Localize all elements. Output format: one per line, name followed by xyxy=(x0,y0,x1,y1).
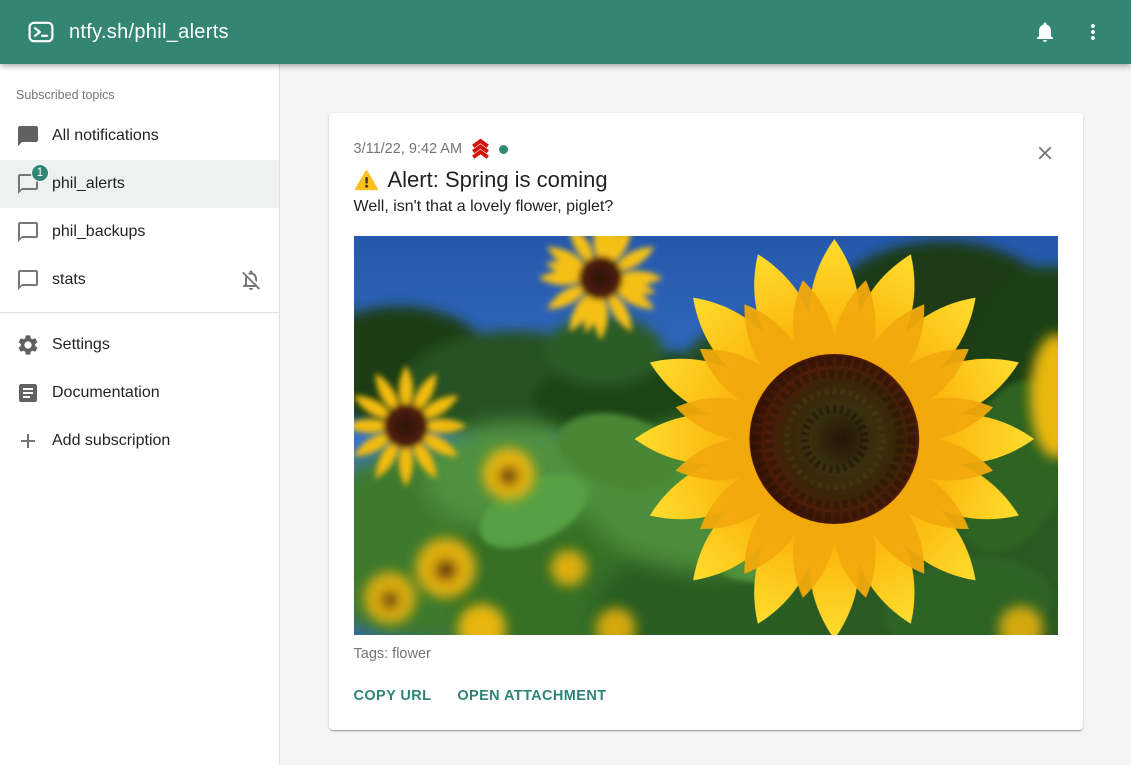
unread-count-badge: 1 xyxy=(31,164,49,182)
sidebar-item-label: All notifications xyxy=(52,127,159,145)
notification-title: Alert: Spring is coming xyxy=(388,167,608,193)
sidebar-item-phil-backups[interactable]: phil_backups xyxy=(0,208,279,256)
chat-bubble-outline-icon xyxy=(16,268,40,292)
priority-max-chevrons-icon xyxy=(469,139,492,159)
attachment-image[interactable] xyxy=(354,236,1058,635)
chat-bubble-outline-icon: 1 xyxy=(16,172,40,196)
sidebar-item-label: phil_alerts xyxy=(52,175,125,193)
page-title: ntfy.sh/phil_alerts xyxy=(69,21,229,44)
subscribed-topics-label: Subscribed topics xyxy=(0,72,279,112)
copy-url-button[interactable]: COPY URL xyxy=(354,684,432,708)
app-bar: ntfy.sh/phil_alerts xyxy=(0,0,1131,64)
terminal-icon xyxy=(28,19,54,45)
warning-triangle-icon xyxy=(354,169,379,192)
sunflower-photo-graphic xyxy=(354,236,1058,635)
sidebar-item-stats[interactable]: stats xyxy=(0,256,279,304)
open-attachment-button[interactable]: OPEN ATTACHMENT xyxy=(457,684,606,708)
notifications-button[interactable] xyxy=(1025,12,1065,52)
close-icon xyxy=(1034,142,1056,164)
close-notification-button[interactable] xyxy=(1031,139,1059,167)
sidebar-item-label: Add subscription xyxy=(52,432,170,450)
sidebar-item-settings[interactable]: Settings xyxy=(0,321,279,369)
sidebar-item-label: phil_backups xyxy=(52,223,145,241)
sidebar-item-label: Settings xyxy=(52,336,110,354)
gear-icon xyxy=(16,333,40,357)
plus-icon xyxy=(16,429,40,453)
bell-off-icon xyxy=(239,268,263,292)
kebab-menu-icon xyxy=(1081,20,1105,44)
sidebar: Subscribed topics All notifications 1 ph… xyxy=(0,64,280,765)
notification-body: Well, isn't that a lovely flower, piglet… xyxy=(354,198,1058,216)
chat-bubble-outline-icon xyxy=(16,220,40,244)
timestamp: 3/11/22, 9:42 AM xyxy=(354,141,463,157)
sidebar-divider xyxy=(0,312,279,313)
sidebar-item-label: stats xyxy=(52,271,86,289)
notification-tags: Tags: flower xyxy=(354,646,1058,662)
notification-meta: 3/11/22, 9:42 AM xyxy=(354,139,1058,159)
overflow-menu-button[interactable] xyxy=(1073,12,1113,52)
sidebar-item-documentation[interactable]: Documentation xyxy=(0,369,279,417)
article-icon xyxy=(16,381,40,405)
notification-actions: COPY URL OPEN ATTACHMENT xyxy=(354,684,1058,708)
sidebar-item-label: Documentation xyxy=(52,384,160,402)
main-content: 3/11/22, 9:42 AM xyxy=(280,64,1131,765)
sidebar-item-phil-alerts[interactable]: 1 phil_alerts xyxy=(0,160,279,208)
sidebar-item-all-notifications[interactable]: All notifications xyxy=(0,112,279,160)
notification-title-row: Alert: Spring is coming xyxy=(354,167,1058,193)
chat-bubble-filled-icon xyxy=(16,124,40,148)
notification-card: 3/11/22, 9:42 AM xyxy=(329,113,1083,730)
new-indicator-dot xyxy=(499,145,508,154)
sidebar-item-add-subscription[interactable]: Add subscription xyxy=(0,417,279,465)
bell-icon xyxy=(1033,20,1057,44)
